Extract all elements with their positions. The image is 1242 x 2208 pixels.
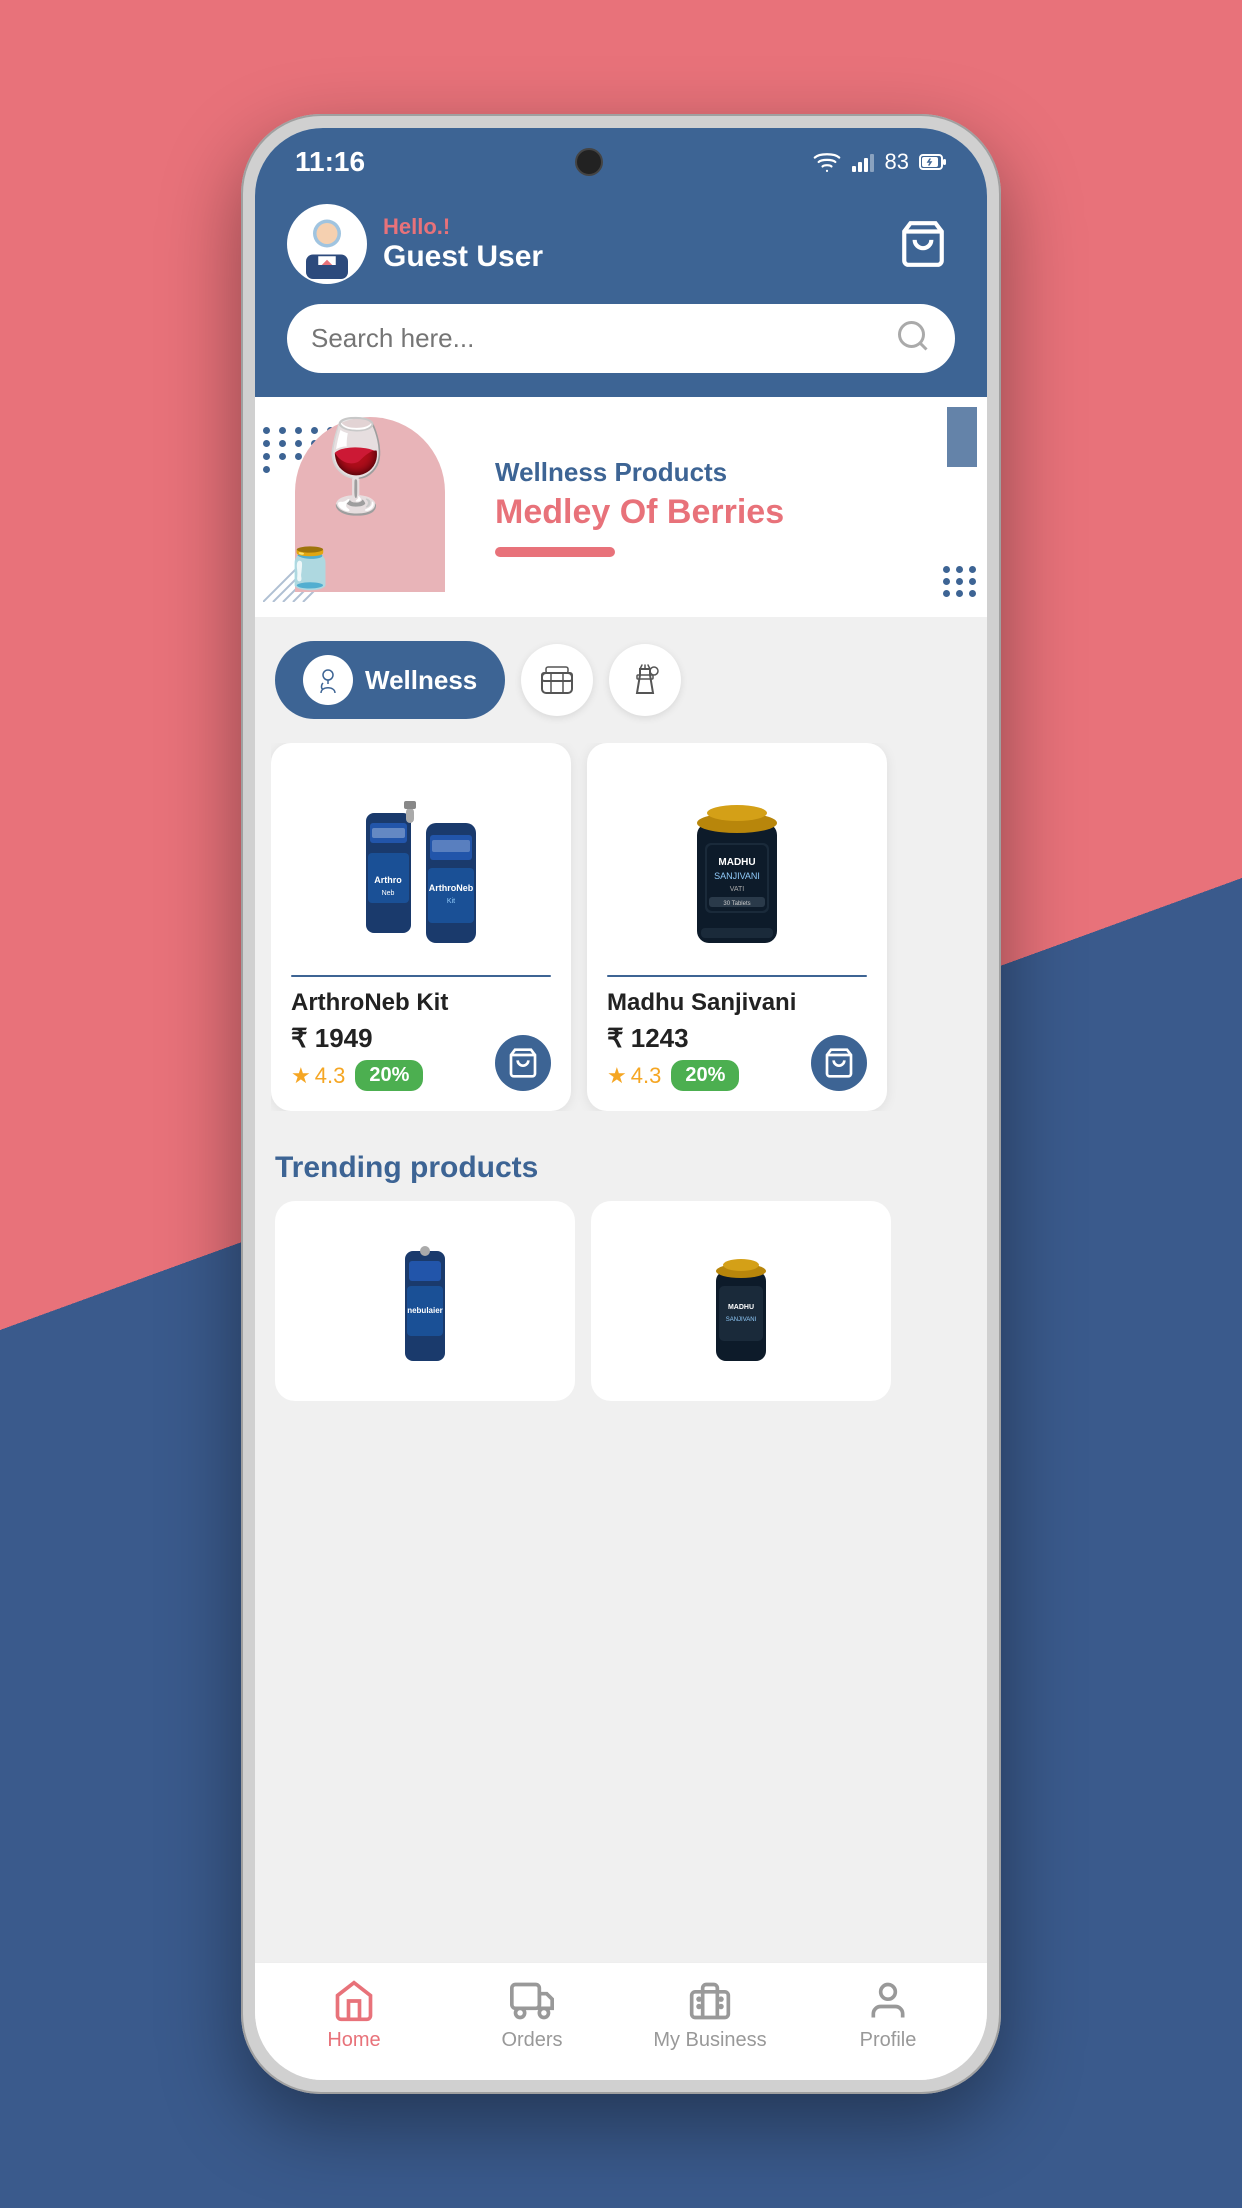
search-icon-button[interactable]	[895, 318, 931, 359]
wellness-label: Wellness	[365, 665, 477, 696]
madhu-bottle-svg: MADHU SANJIVANI VATI 30 Tablets	[677, 773, 797, 953]
product-rating-madhu: ★ 4.3	[607, 1063, 661, 1089]
user-info: Hello.! Guest User	[287, 204, 543, 284]
product-divider-2	[607, 975, 867, 977]
star-icon: ★	[291, 1063, 311, 1089]
orders-label: Orders	[501, 2029, 562, 2052]
status-time: 11:16	[295, 146, 365, 178]
product-name-arthroneb: ArthroNeb Kit	[291, 989, 551, 1017]
search-input[interactable]	[311, 323, 883, 354]
signal-icon	[851, 152, 875, 172]
status-bar: 11:16 83	[255, 128, 987, 188]
cart-button[interactable]	[891, 212, 955, 276]
search-bar	[287, 304, 955, 373]
product-image-arthroneb: Arthro Neb ArthroNeb Kit	[291, 763, 551, 963]
product-name-madhu: Madhu Sanjivani	[607, 989, 867, 1017]
svg-text:VATI: VATI	[730, 886, 745, 893]
business-label: My Business	[653, 2029, 766, 2052]
banner-text: Wellness Products Medley Of Berries	[495, 457, 967, 557]
svg-text:SANJIVANI: SANJIVANI	[726, 1317, 757, 1323]
trending-title: Trending products	[275, 1151, 967, 1185]
star-icon-2: ★	[607, 1063, 627, 1089]
greeting: Hello.!	[383, 214, 543, 240]
banner-title: Medley Of Berries	[495, 494, 967, 531]
battery-icon	[919, 153, 947, 171]
cart-icon	[898, 219, 948, 269]
category-food[interactable]	[521, 644, 593, 716]
profile-icon	[866, 1979, 910, 2023]
svg-text:30 Tablets: 30 Tablets	[723, 901, 750, 907]
products-section: Arthro Neb ArthroNeb Kit	[255, 743, 987, 1131]
trending-card-1[interactable]: nebulaier	[275, 1201, 575, 1401]
svg-text:SANJIVANI: SANJIVANI	[714, 871, 760, 881]
discount-badge-arthroneb: 20%	[355, 1060, 423, 1091]
nav-profile[interactable]: Profile	[799, 1979, 977, 2052]
nav-business[interactable]: My Business	[621, 1979, 799, 2052]
svg-text:MADHU: MADHU	[728, 1304, 754, 1311]
rating-value-2: 4.3	[631, 1063, 662, 1089]
svg-text:Kit: Kit	[447, 898, 455, 905]
cart-add-icon-2	[823, 1047, 855, 1079]
nav-home[interactable]: Home	[265, 1979, 443, 2052]
banner-right-decoration	[947, 407, 977, 467]
battery-text: 83	[885, 149, 909, 175]
banner-image-area: 🍷 🫙	[275, 417, 475, 597]
username: Guest User	[383, 240, 543, 274]
cart-add-icon	[507, 1047, 539, 1079]
wellness-icon	[313, 665, 343, 695]
product-image-madhu: MADHU SANJIVANI VATI 30 Tablets	[607, 763, 867, 963]
banner: 🍷 🫙 Wellness Products Medley Of Berries	[255, 397, 987, 617]
discount-badge-madhu: 20%	[671, 1060, 739, 1091]
svg-text:MADHU: MADHU	[718, 857, 755, 868]
header: Hello.! Guest User	[255, 188, 987, 397]
trending-product-1: nebulaier	[385, 1231, 465, 1371]
home-label: Home	[327, 2029, 380, 2052]
svg-text:Arthro: Arthro	[374, 875, 402, 885]
spacer	[255, 1411, 987, 1441]
bottom-nav: Home Orders	[255, 1962, 987, 2080]
trending-product-2: MADHU SANJIVANI	[701, 1231, 781, 1371]
products-row: Arthro Neb ArthroNeb Kit	[271, 743, 971, 1111]
user-text: Hello.! Guest User	[383, 214, 543, 274]
category-wellness[interactable]: Wellness	[275, 641, 505, 719]
orders-icon	[510, 1979, 554, 2023]
search-icon	[895, 318, 931, 354]
banner-accent-bar	[495, 547, 615, 557]
avatar	[287, 204, 367, 284]
svg-text:nebulaier: nebulaier	[407, 1306, 443, 1315]
main-content: 🍷 🫙 Wellness Products Medley Of Berries	[255, 397, 987, 1962]
rating-value: 4.3	[315, 1063, 346, 1089]
trending-card-2[interactable]: MADHU SANJIVANI	[591, 1201, 891, 1401]
banner-product-image: 🍷	[300, 422, 412, 512]
product-card-arthroneb[interactable]: Arthro Neb ArthroNeb Kit	[271, 743, 571, 1111]
profile-label: Profile	[860, 2029, 917, 2052]
banner-right-dots	[943, 566, 977, 597]
categories-row: Wellness	[255, 617, 987, 743]
arthroneb-bottle-svg: Arthro Neb ArthroNeb Kit	[356, 773, 486, 953]
banner-subtitle: Wellness Products	[495, 457, 967, 488]
nav-orders[interactable]: Orders	[443, 1979, 621, 2052]
cleaning-icon	[626, 661, 664, 699]
product-rating-arthroneb: ★ 4.3	[291, 1063, 345, 1089]
status-icons: 83	[813, 149, 947, 175]
business-icon	[688, 1979, 732, 2023]
food-icon	[538, 661, 576, 699]
add-to-cart-madhu[interactable]	[811, 1035, 867, 1091]
svg-text:ArthroNeb: ArthroNeb	[429, 883, 474, 893]
camera-notch	[575, 148, 603, 176]
trending-section: Trending products nebulaier	[255, 1131, 987, 1411]
add-to-cart-arthroneb[interactable]	[495, 1035, 551, 1091]
home-icon	[332, 1979, 376, 2023]
category-cleaning[interactable]	[609, 644, 681, 716]
wellness-icon-circle	[303, 655, 353, 705]
product-divider	[291, 975, 551, 977]
trending-row: nebulaier MADHU SANJIVANI	[275, 1201, 967, 1401]
product-card-madhu[interactable]: MADHU SANJIVANI VATI 30 Tablets Madhu Sa…	[587, 743, 887, 1111]
wifi-icon	[813, 152, 841, 172]
svg-text:Neb: Neb	[382, 890, 395, 897]
banner-bowl-image: 🫙	[285, 545, 335, 592]
